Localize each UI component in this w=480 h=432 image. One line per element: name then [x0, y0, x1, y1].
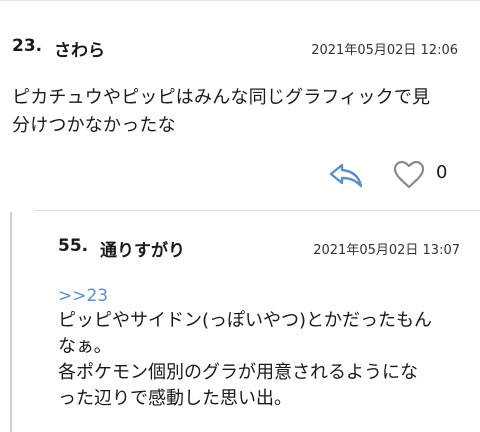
like-button[interactable]: [392, 160, 426, 190]
reply-button[interactable]: [328, 160, 364, 190]
comment-body-line: 各ポケモン個別のグラが用意されるようにな: [58, 362, 418, 383]
comment-body: ピッピやサイドン(っぽいやつ)とかだったもん なぁ。 各ポケモン個別のグラが用意…: [58, 308, 470, 412]
comment-author: さわら: [54, 41, 105, 61]
comment-number: 23.: [12, 36, 43, 56]
comment-body-line: ピカチュウやピッピはみんな同じグラフィックで見: [12, 87, 431, 108]
comment-body-line: なぁ。: [58, 336, 112, 357]
reply-arrow-icon: [329, 163, 363, 188]
comment-actions: 0: [320, 158, 460, 192]
comment-divider: [34, 210, 480, 211]
comment-body-line: った辺りで感動した思い出。: [58, 388, 292, 409]
comment-23: 23. さわら 2021年05月02日 12:06 ピカチュウやピッピはみんな同…: [0, 0, 480, 206]
heart-outline-icon: [393, 160, 425, 189]
comment-body-line: 分けつかなかったな: [12, 115, 176, 136]
comment-body-line: ピッピやサイドン(っぽいやつ)とかだったもん: [58, 310, 433, 331]
comment-body: ピカチュウやピッピはみんな同じグラフィックで見 分けつかなかったな: [12, 84, 468, 140]
comment-header: 55. 通りすがり 2021年05月02日 13:07: [58, 236, 460, 261]
comment-author: 通りすがり: [100, 241, 185, 261]
comment-header: 23. さわら 2021年05月02日 12:06: [12, 36, 458, 61]
comment-date: 2021年05月02日 12:06: [311, 43, 458, 58]
comment-date: 2021年05月02日 13:07: [313, 243, 460, 258]
reply-anchor-link[interactable]: >>23: [58, 286, 108, 306]
comment-number: 55.: [58, 236, 89, 256]
like-count: 0: [436, 162, 448, 183]
